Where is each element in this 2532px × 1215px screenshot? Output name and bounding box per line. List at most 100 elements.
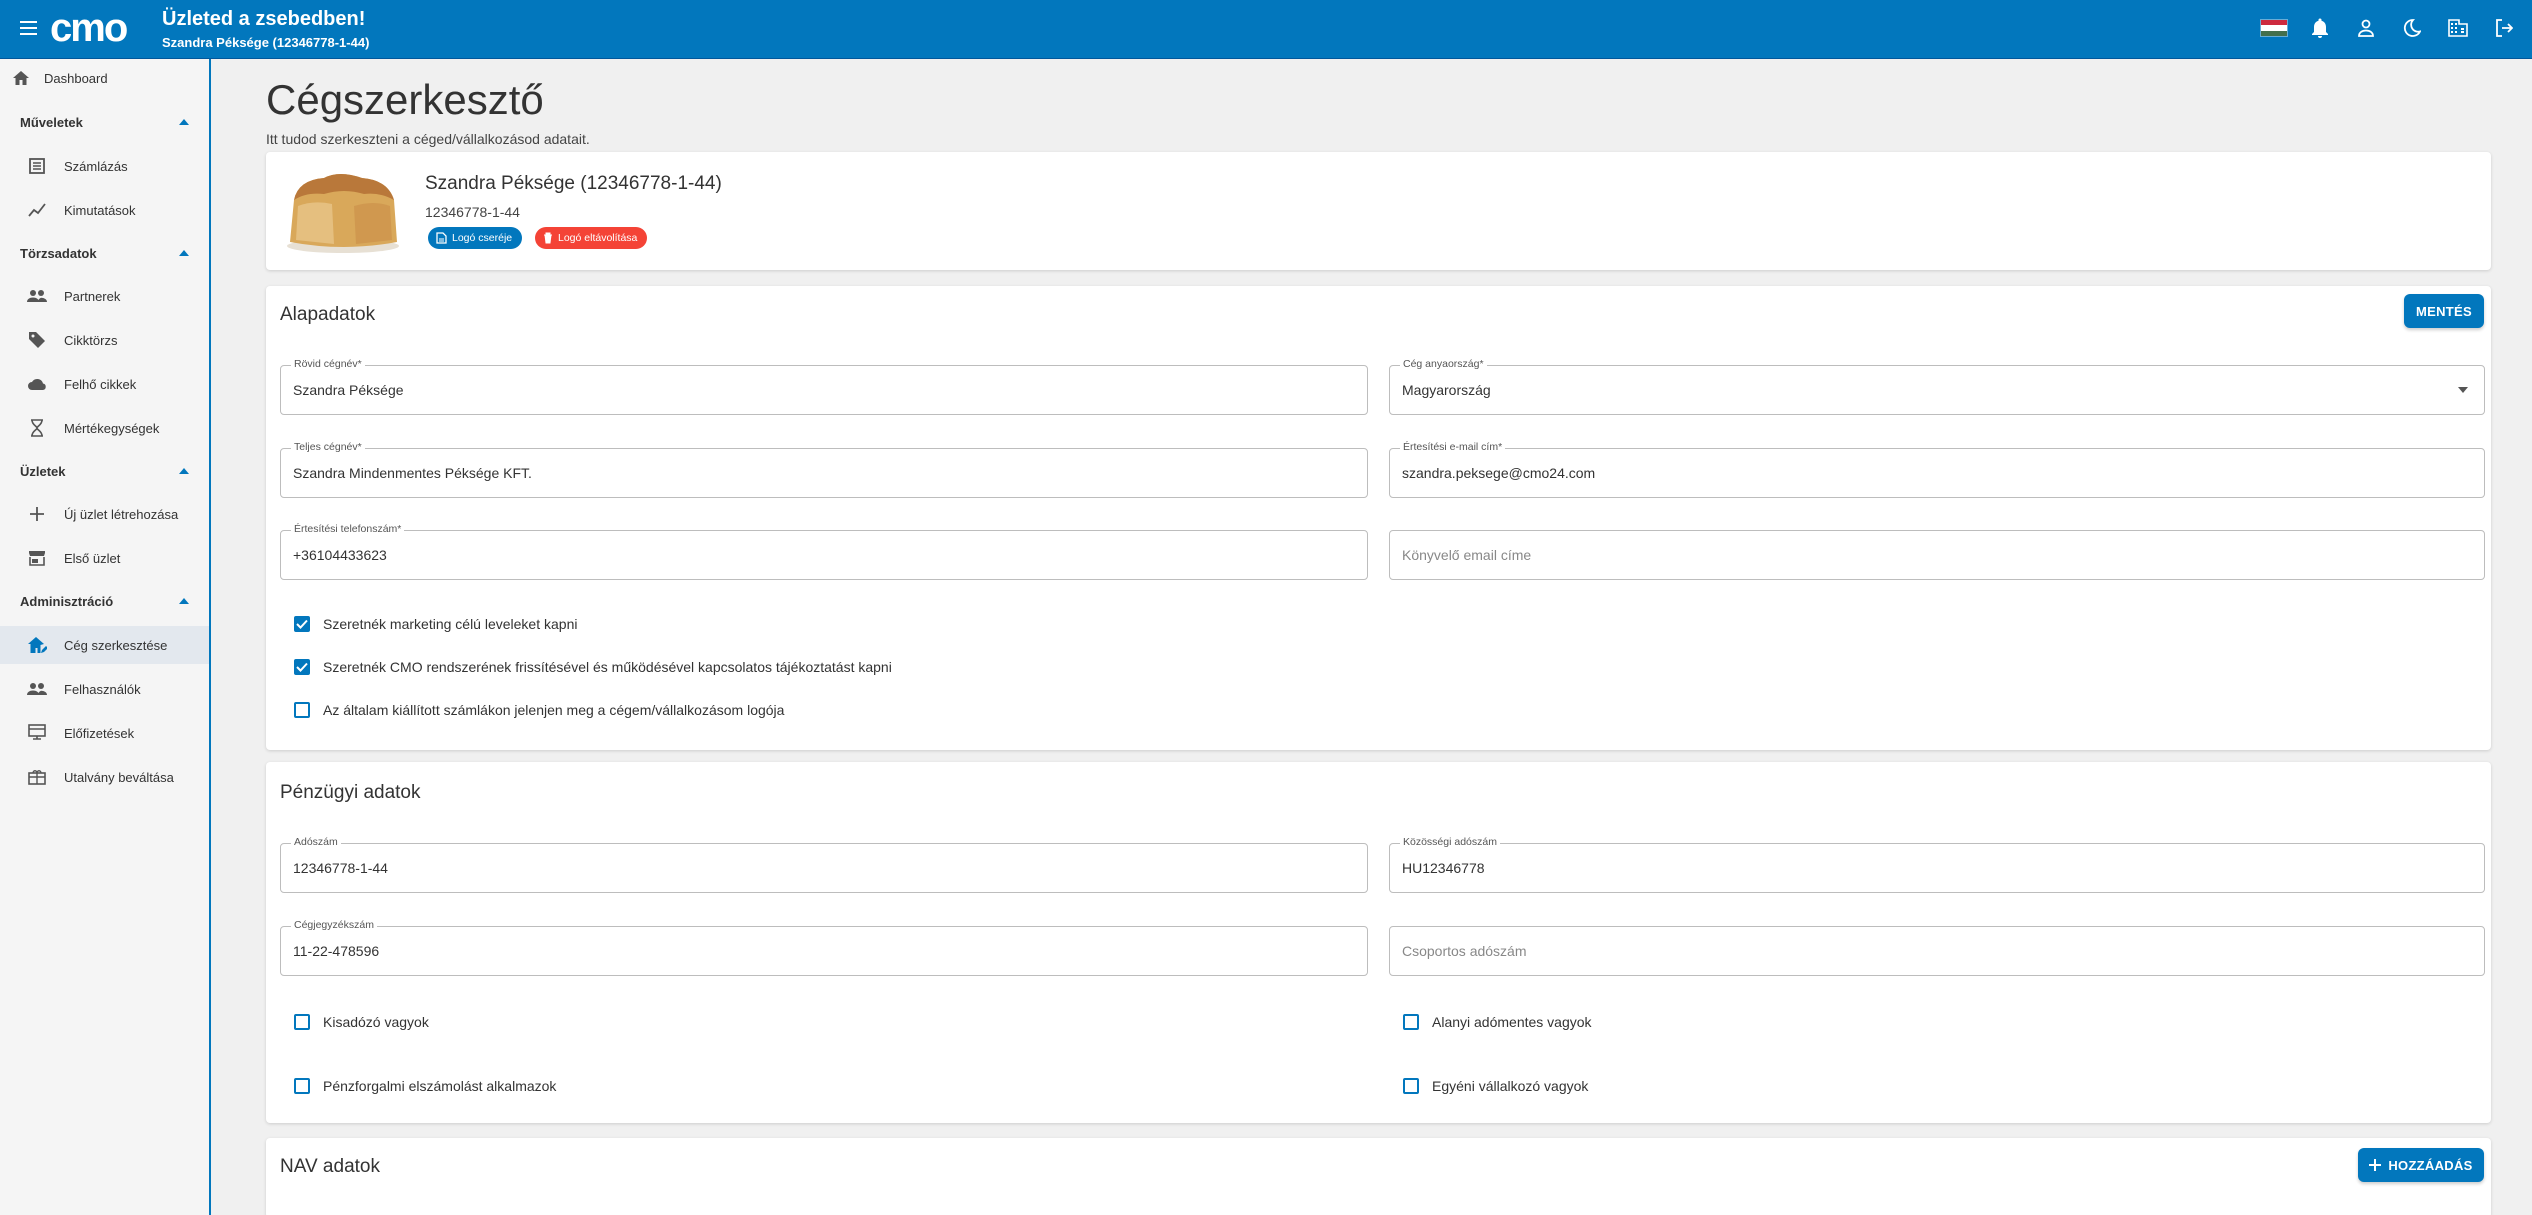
tax-number-field[interactable]: Adószám 12346778-1-44 [280,836,1368,893]
system-info-checkbox[interactable]: Szeretnék CMO rendszerének frissítésével… [294,659,892,675]
chevron-up-icon [179,598,189,604]
people-icon [26,285,48,307]
sidebar-item-partnerek[interactable]: Partnerek [0,277,209,315]
eu-tax-number-value: HU12346778 [1402,860,1485,876]
invoice-logo-checkbox[interactable]: Az általam kiállított számlákon jelenjen… [294,702,784,718]
sidebar-item-label: Kimutatások [64,202,136,218]
country-label: Cég anyaország* [1400,358,1487,370]
sidebar-item-felhasznalok[interactable]: Felhasználók [0,670,209,708]
checkbox-label: Szeretnék marketing célú leveleket kapni [323,616,578,632]
short-name-field[interactable]: Rövid cégnév* Szandra Péksége [280,358,1368,415]
group-tax-number-field[interactable]: Csoportos adószám [1389,926,2485,976]
email-field[interactable]: Értesítési e-mail cím* szandra.peksege@c… [1389,441,2485,498]
sidebar-section-uzletek[interactable]: Üzletek [0,453,209,489]
full-name-label: Teljes cégnév* [291,441,365,453]
country-select[interactable]: Cég anyaország* Magyarország [1389,358,2485,415]
sidebar-item-uj-uzlet[interactable]: Új üzlet létrehozása [0,495,209,533]
page-description: Itt tudod szerkeszteni a céged/vállalkoz… [266,131,590,147]
full-name-field[interactable]: Teljes cégnév* Szandra Mindenmentes Péks… [280,441,1368,498]
change-logo-button[interactable]: Logó cseréje [428,227,523,249]
cmo-logo[interactable]: cmo [50,10,154,48]
checkbox-unchecked-icon [1403,1078,1419,1094]
accountant-email-field[interactable]: Könyvelő email címe [1389,530,2485,580]
dark-mode-icon[interactable] [2398,14,2426,42]
sidebar-item-label: Felhő cikkek [64,376,137,392]
page-title: Cégszerkesztő [266,76,544,123]
add-nav-button[interactable]: HOZZÁADÁS [2358,1148,2484,1182]
trash-icon [544,232,552,244]
save-button[interactable]: MENTÉS [2404,294,2484,328]
section-label: Műveletek [20,114,83,130]
sidebar-item-elofizetesek[interactable]: Előfizetések [0,714,209,752]
checkbox-label: Az általam kiállított számlákon jelenjen… [323,702,785,718]
checkbox-label: Kisadózó vagyok [323,1014,429,1030]
sidebar-item-felho-cikkek[interactable]: Felhő cikkek [0,365,209,403]
sidebar-item-dashboard[interactable]: Dashboard [0,59,209,97]
accountant-email-placeholder: Könyvelő email címe [1402,547,1532,563]
section-label: Törzsadatok [20,245,97,261]
sidebar-item-label: Első üzlet [64,550,121,566]
email-value: szandra.peksege@cmo24.com [1402,465,1596,481]
checkbox-unchecked-icon [1403,1014,1419,1030]
company-name: Szandra Péksége (12346778-1-44) [425,173,722,194]
finance-data-title: Pénzügyi adatok [280,782,421,803]
people-icon [26,678,48,700]
company-building-icon[interactable] [2444,14,2472,42]
sidebar-item-elso-uzlet[interactable]: Első üzlet [0,539,209,577]
basic-data-card: Alapadatok MENTÉS Rövid cégnév* Szandra … [266,286,2491,750]
sidebar-item-szamlazas[interactable]: Számlázás [0,147,209,185]
add-nav-label: HOZZÁADÁS [2388,1157,2473,1173]
sidebar-item-utalvany[interactable]: Utalvány beváltása [0,758,209,796]
checkbox-label: Szeretnék CMO rendszerének frissítésével… [323,659,892,675]
menu-icon[interactable] [18,17,40,39]
language-flag-icon[interactable] [2260,14,2288,42]
marketing-checkbox[interactable]: Szeretnék marketing célú leveleket kapni [294,616,577,632]
account-icon[interactable] [2352,14,2380,42]
tax-number-value: 12346778-1-44 [293,860,388,876]
sidebar-item-label: Felhasználók [64,681,141,697]
remove-logo-label: Logó eltávolítása [558,232,638,244]
checkbox-checked-icon [294,659,310,675]
tax-number-label: Adószám [291,836,341,848]
sidebar-section-muveletek[interactable]: Műveletek [0,104,209,140]
chart-line-icon [26,199,48,221]
tag-icon [26,329,48,351]
sidebar-section-adminisztracio[interactable]: Adminisztráció [0,583,209,619]
company-registry-value: 11-22-478596 [293,943,380,959]
penzforgalmi-checkbox[interactable]: Pénzforgalmi elszámolást alkalmazok [294,1078,556,1094]
logout-icon[interactable] [2490,14,2518,42]
sidebar-item-label: Dashboard [44,70,108,86]
company-registry-field[interactable]: Cégjegyzékszám 11-22-478596 [280,919,1368,976]
sidebar-item-label: Partnerek [64,288,121,304]
short-name-value: Szandra Péksége [293,382,404,398]
section-label: Üzletek [20,463,66,479]
sidebar-section-torzsadatok[interactable]: Törzsadatok [0,235,209,271]
sidebar-item-label: Mértékegységek [64,420,160,436]
cloud-icon [26,373,48,395]
checkbox-unchecked-icon [294,1078,310,1094]
egyeni-vallalkozo-checkbox[interactable]: Egyéni vállalkozó vagyok [1403,1078,1588,1094]
company-card: Szandra Péksége (12346778-1-44) 12346778… [266,152,2491,270]
sidebar-item-ceg-szerkesztese[interactable]: Cég szerkesztése [0,626,209,664]
alanyi-adomentes-checkbox[interactable]: Alanyi adómentes vagyok [1403,1014,1592,1030]
home-icon [10,67,32,89]
logo-text: cmo [50,10,127,48]
full-name-value: Szandra Mindenmentes Péksége KFT. [293,465,532,481]
notification-bell-icon[interactable] [2306,14,2334,42]
sidebar-item-cikktorzs[interactable]: Cikktörzs [0,321,209,359]
plus-icon [2369,1159,2382,1171]
hourglass-icon [26,417,48,439]
chevron-up-icon [179,119,189,125]
kisadozo-checkbox[interactable]: Kisadózó vagyok [294,1014,429,1030]
chevron-up-icon [179,250,189,256]
shop-title: Üzleted a zsebedben! [162,8,366,30]
section-label: Adminisztráció [20,593,114,609]
sidebar-item-mertekegysegek[interactable]: Mértékegységek [0,409,209,447]
list-icon [26,155,48,177]
checkbox-checked-icon [294,616,310,632]
store-icon [26,547,48,569]
remove-logo-button[interactable]: Logó eltávolítása [535,227,648,249]
sidebar-item-kimutatasok[interactable]: Kimutatások [0,191,209,229]
phone-field[interactable]: Értesítési telefonszám* +36104433623 [280,523,1368,580]
eu-tax-number-field[interactable]: Közösségi adószám HU12346778 [1389,836,2485,893]
